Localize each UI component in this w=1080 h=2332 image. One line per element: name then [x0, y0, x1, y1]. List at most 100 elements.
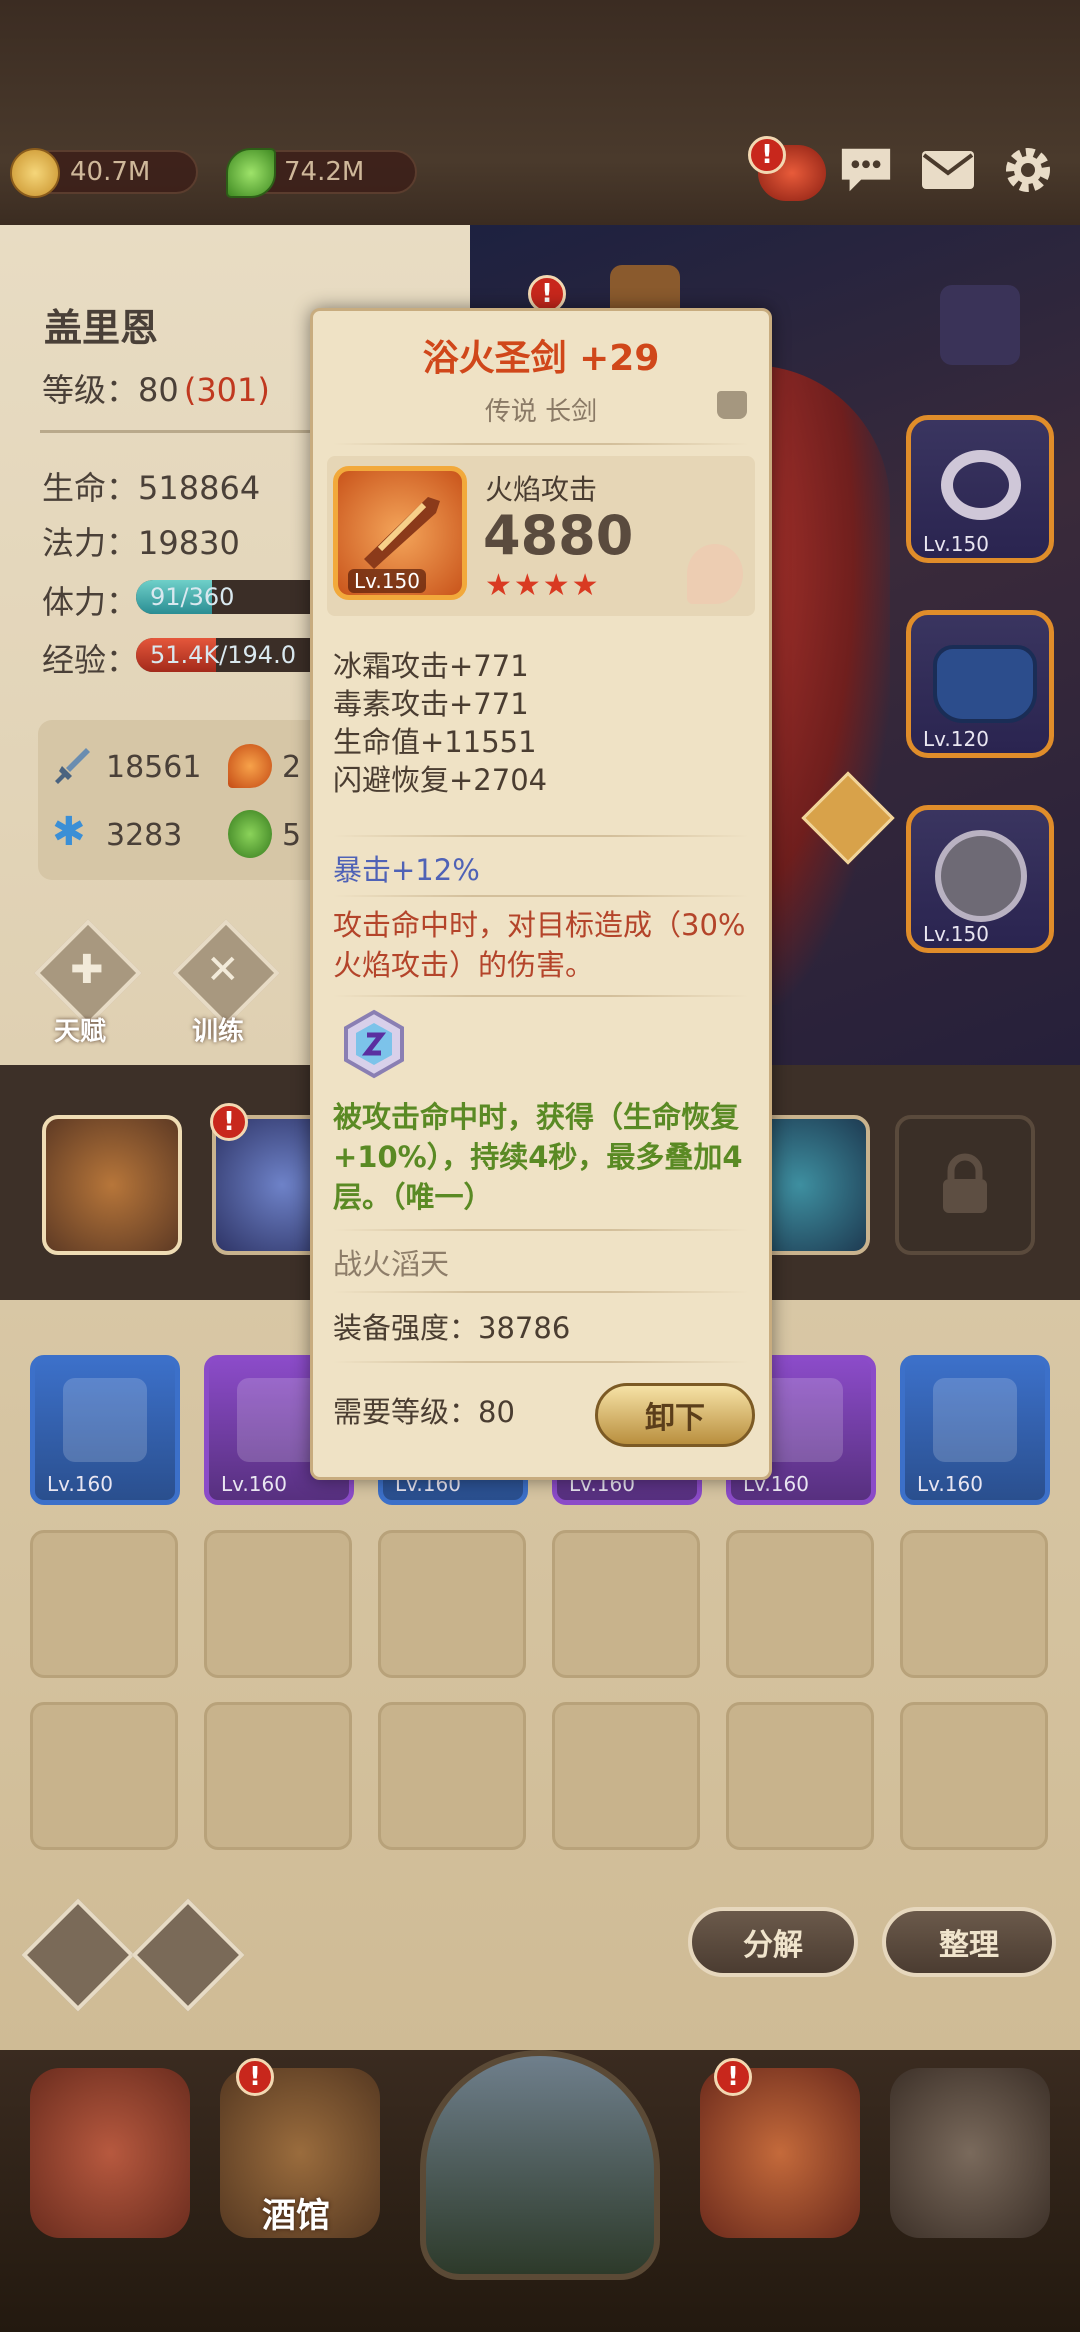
- fire-icon: [228, 744, 272, 788]
- sub-stats: 冰霜攻击+771 毒素攻击+771 生命值+11551 闪避恢复+2704: [333, 647, 753, 799]
- crit-stat: 暴击+12%: [333, 853, 480, 887]
- inventory-slot-empty[interactable]: [378, 1702, 526, 1850]
- gold-coin-icon: [10, 148, 60, 198]
- sub-stat: 冰霜攻击+771: [333, 649, 529, 683]
- inventory-slot-empty[interactable]: [552, 1530, 700, 1678]
- divider: [333, 1291, 749, 1293]
- nav-forge-icon[interactable]: [890, 2068, 1050, 2238]
- divider: [333, 835, 749, 837]
- inventory-slot-empty[interactable]: [30, 1702, 178, 1850]
- settings-gear-icon[interactable]: [1000, 142, 1056, 198]
- chat-icon[interactable]: [838, 142, 894, 198]
- equip-slot-ring[interactable]: Lv.150: [906, 415, 1054, 563]
- hp-label: 生命：: [42, 469, 139, 507]
- plus-icon: ✚: [70, 947, 104, 993]
- nav-tavern-button[interactable]: 酒馆: [220, 2068, 380, 2238]
- unequip-button[interactable]: 卸下: [595, 1383, 755, 1447]
- level-label: 等级：: [42, 371, 139, 409]
- alert-badge: !: [236, 2058, 274, 2096]
- equip-slot-shield[interactable]: Lv.150: [906, 805, 1054, 953]
- level-extra: (301): [183, 371, 270, 409]
- armor-icon: [933, 645, 1037, 723]
- gear-level: Lv.160: [917, 1472, 983, 1496]
- inventory-slot-empty[interactable]: [204, 1530, 352, 1678]
- exp-value: 51.4K/194.0: [150, 641, 296, 669]
- divider: [333, 895, 749, 897]
- power-row: 装备强度：38786: [333, 1309, 570, 1347]
- required-level-label: 需要等级：: [333, 1395, 479, 1429]
- talent-button[interactable]: ✚ 天赋: [34, 919, 142, 1047]
- inventory-slot-empty[interactable]: [900, 1530, 1048, 1678]
- slot-level: Lv.120: [923, 727, 989, 751]
- bottom-nav: 酒馆 ! !: [0, 2050, 1080, 2332]
- hero-card-locked[interactable]: [895, 1115, 1035, 1255]
- exp-label: 经验：: [42, 641, 139, 679]
- ring-icon: [941, 450, 1021, 520]
- item-level: Lv.150: [348, 569, 426, 593]
- gear-level: Lv.160: [47, 1472, 113, 1496]
- inventory-slot-empty[interactable]: [726, 1530, 874, 1678]
- poison-icon: [228, 810, 272, 858]
- gem-effect: 被攻击命中时，获得（生命恢复+10%），持续4秒，最多叠加4层。（唯一）: [333, 1100, 743, 1214]
- main-stat-value: 4880: [483, 504, 634, 567]
- special-effect: 攻击命中时，对目标造成（30%火焰攻击）的伤害。: [333, 908, 746, 982]
- sub-stat: 闪避恢复+2704: [333, 763, 548, 797]
- equip-slot-armor[interactable]: Lv.120: [906, 610, 1054, 758]
- required-level-value: 80: [478, 1395, 515, 1429]
- divider: [333, 1229, 749, 1231]
- training-button[interactable]: ✕ 训练: [172, 919, 280, 1047]
- hp-row: 生命：518864: [42, 463, 260, 509]
- set-name: 战火滔天: [333, 1247, 450, 1281]
- sub-stat: 生命值+11551: [333, 725, 537, 759]
- fire-value: 2: [282, 750, 302, 785]
- inventory-slot-empty[interactable]: [900, 1702, 1048, 1850]
- filter-weapon-button[interactable]: [131, 1898, 245, 2012]
- inventory-slot-empty[interactable]: [204, 1702, 352, 1850]
- main-stat-box: Lv.150 火焰攻击 4880 ★★★★: [327, 456, 755, 616]
- alert-badge: !: [748, 136, 786, 174]
- star-rating: ★★★★: [485, 568, 601, 603]
- stamina-label: 体力：: [42, 583, 139, 621]
- power-label: 装备强度：: [333, 1311, 479, 1345]
- hero-name: 盖里恩: [44, 306, 159, 350]
- snowflake-icon: ✱: [52, 809, 86, 855]
- bag-slot-icon[interactable]: [940, 285, 1020, 365]
- gear-icon: [63, 1378, 147, 1462]
- organize-button[interactable]: 整理: [882, 1907, 1056, 1977]
- inventory-gear-item[interactable]: Lv.160: [900, 1355, 1050, 1505]
- inventory-gear-item[interactable]: Lv.160: [30, 1355, 180, 1505]
- nav-tavern-label: 酒馆: [262, 2196, 330, 2236]
- level-row: 等级：80 (301): [42, 365, 270, 411]
- ice-value: 3283: [106, 818, 183, 853]
- alert-badge: !: [714, 2058, 752, 2096]
- inventory-slot-empty[interactable]: [378, 1530, 526, 1678]
- mp-value: 19830: [138, 524, 240, 562]
- gear-level: Lv.160: [221, 1472, 287, 1496]
- nav-adventure-icon[interactable]: [420, 2050, 660, 2280]
- nav-town-icon[interactable]: [30, 2068, 190, 2238]
- inventory-slot-empty[interactable]: [552, 1702, 700, 1850]
- hero-card-selected[interactable]: [42, 1115, 182, 1255]
- gear-icon: [237, 1378, 321, 1462]
- sword-icon: [52, 746, 92, 786]
- level-value: 80: [138, 371, 179, 409]
- talent-label: 天赋: [54, 1017, 107, 1047]
- slot-level: Lv.150: [923, 922, 989, 946]
- fire-watermark-icon: [687, 544, 743, 604]
- attack-value: 18561: [106, 750, 202, 785]
- power-value: 38786: [478, 1311, 571, 1345]
- training-label: 训练: [192, 1017, 245, 1047]
- inventory-slot-empty[interactable]: [30, 1530, 178, 1678]
- main-stat-name: 火焰攻击: [485, 473, 598, 506]
- crossed-swords-icon: ✕: [206, 947, 240, 993]
- gold-value: 40.7M: [70, 157, 151, 187]
- inventory-slot-empty[interactable]: [726, 1702, 874, 1850]
- lock-icon: [939, 1153, 991, 1215]
- filter-armor-button[interactable]: [21, 1898, 135, 2012]
- mail-icon[interactable]: [920, 142, 976, 198]
- slot-level: Lv.150: [923, 532, 989, 556]
- decompose-button[interactable]: 分解: [688, 1907, 858, 1977]
- item-tooltip: 浴火圣剑 +29 传说 长剑 Lv.150 火焰攻击 4880 ★★★★ 冰霜攻…: [310, 308, 772, 1480]
- divider: [333, 443, 749, 445]
- stamina-value: 91/360: [150, 583, 235, 611]
